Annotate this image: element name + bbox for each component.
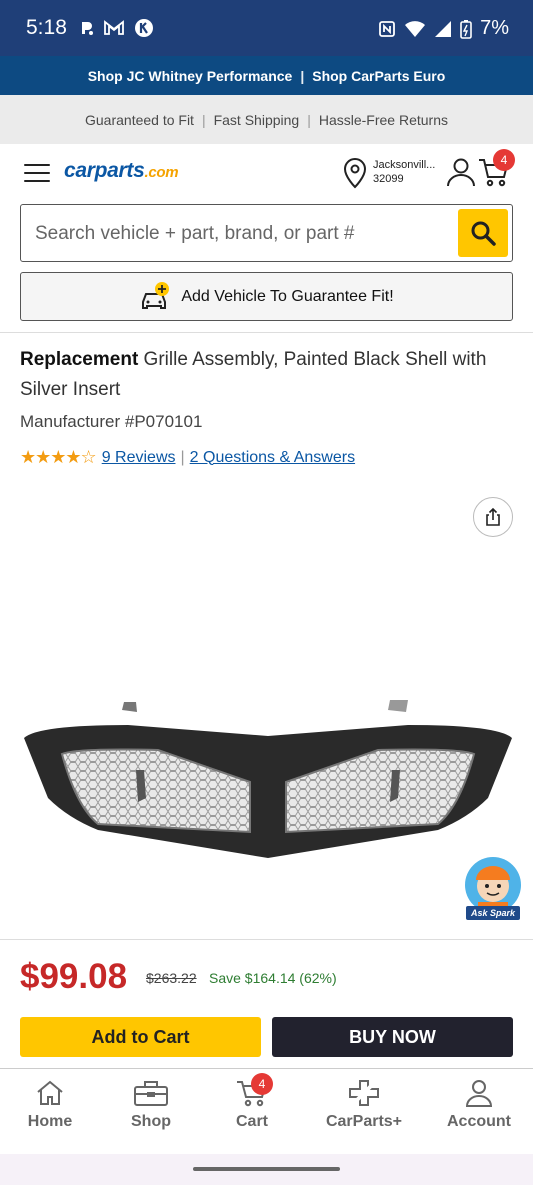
account-icon[interactable]	[446, 157, 476, 187]
nav-shop[interactable]: Shop	[128, 1079, 174, 1131]
nav-account[interactable]: Account	[444, 1079, 514, 1131]
home-gesture-bar[interactable]	[193, 1167, 340, 1171]
toolbox-icon	[134, 1081, 168, 1106]
nav-cart-label: Cart	[235, 1113, 268, 1130]
reviews-link[interactable]: 9 Reviews	[102, 449, 176, 467]
location-text[interactable]: Jacksonvill... 32099	[373, 158, 435, 186]
nav-carparts-plus-label: CarParts+	[325, 1113, 403, 1130]
nav-carparts-plus[interactable]: CarParts+	[322, 1079, 406, 1131]
nav-account-label: Account	[447, 1113, 511, 1130]
sale-price: $99.08	[20, 957, 128, 996]
search-icon	[471, 221, 496, 246]
questions-answers-link[interactable]: 2 Questions & Answers	[190, 449, 355, 467]
hamburger-menu-icon[interactable]	[24, 164, 50, 182]
savings-text: Save $164.14 (62%)	[209, 970, 337, 986]
search-input[interactable]	[35, 219, 455, 249]
section-divider	[0, 332, 533, 333]
notification-icons	[80, 18, 154, 38]
ask-spark-label: Ask Spark	[470, 908, 516, 918]
share-icon	[486, 507, 500, 526]
search-bar	[20, 204, 513, 262]
logo-suffix: .com	[144, 164, 179, 181]
nfc-icon	[379, 20, 395, 37]
product-title: Replacement Grille Assembly, Painted Bla…	[20, 345, 515, 405]
guarantee-separator: |	[201, 111, 206, 128]
cart-count-badge: 4	[493, 149, 515, 171]
k-app-icon	[135, 19, 153, 37]
jc-whitney-link[interactable]: Shop JC Whitney Performance	[88, 68, 293, 84]
promo-bar: Shop JC Whitney Performance | Shop CarPa…	[0, 56, 533, 95]
carparts-plus-icon	[349, 1080, 379, 1106]
car-plus-icon	[142, 281, 170, 309]
ask-spark-button[interactable]: Ask Spark	[464, 856, 522, 922]
carparts-euro-link[interactable]: Shop CarParts Euro	[312, 68, 445, 84]
search-button[interactable]	[458, 209, 508, 257]
wifi-icon	[405, 20, 426, 37]
product-title-brand: Replacement	[20, 349, 139, 370]
nav-home[interactable]: Home	[26, 1079, 74, 1131]
rating-row: ★★★★☆ 9 Reviews | 2 Questions & Answers	[20, 447, 355, 468]
guaranteed-fit-text: Guaranteed to Fit	[85, 111, 194, 128]
original-price: $263.22	[146, 970, 197, 986]
guarantee-bar: Guaranteed to Fit | Fast Shipping | Hass…	[0, 95, 533, 144]
star-rating: ★★★★☆	[20, 447, 97, 467]
add-to-cart-button[interactable]: Add to Cart	[20, 1017, 261, 1057]
battery-percent: 7%	[480, 17, 509, 39]
logo-main: carparts	[64, 159, 145, 182]
status-bar: 5:18 7%	[0, 0, 533, 56]
status-time: 5:18	[26, 16, 67, 39]
location-city: Jacksonvill...	[373, 159, 436, 171]
location-pin-icon[interactable]	[342, 157, 368, 189]
nav-cart-badge: 4	[251, 1073, 273, 1095]
guarantee-separator: |	[307, 111, 311, 128]
signal-icon	[435, 20, 452, 37]
account-icon	[465, 1080, 493, 1107]
product-image-grille[interactable]	[18, 690, 518, 870]
manufacturer-number: Manufacturer #P070101	[20, 412, 203, 431]
carparts-logo[interactable]: carparts.com	[64, 159, 179, 183]
free-returns-text: Hassle-Free Returns	[318, 111, 448, 128]
battery-icon	[460, 19, 472, 39]
gmail-icon	[104, 20, 124, 35]
promo-separator: |	[300, 67, 305, 84]
buy-now-button[interactable]: BUY NOW	[272, 1017, 513, 1057]
location-zip: 32099	[373, 173, 404, 185]
fast-shipping-text: Fast Shipping	[213, 111, 300, 128]
home-icon	[37, 1080, 63, 1105]
add-vehicle-label: Add Vehicle To Guarantee Fit!	[181, 287, 394, 305]
site-header: carparts.com Jacksonvill... 32099	[0, 144, 533, 202]
price-divider	[0, 939, 533, 940]
system-icons: 7%	[378, 17, 509, 40]
rating-separator: |	[180, 448, 185, 466]
share-button[interactable]	[473, 497, 513, 537]
nav-shop-label: Shop	[131, 1113, 171, 1130]
nav-home-label: Home	[27, 1113, 73, 1130]
add-vehicle-button[interactable]: Add Vehicle To Guarantee Fit!	[20, 272, 513, 321]
app-notification-icon	[82, 22, 93, 35]
